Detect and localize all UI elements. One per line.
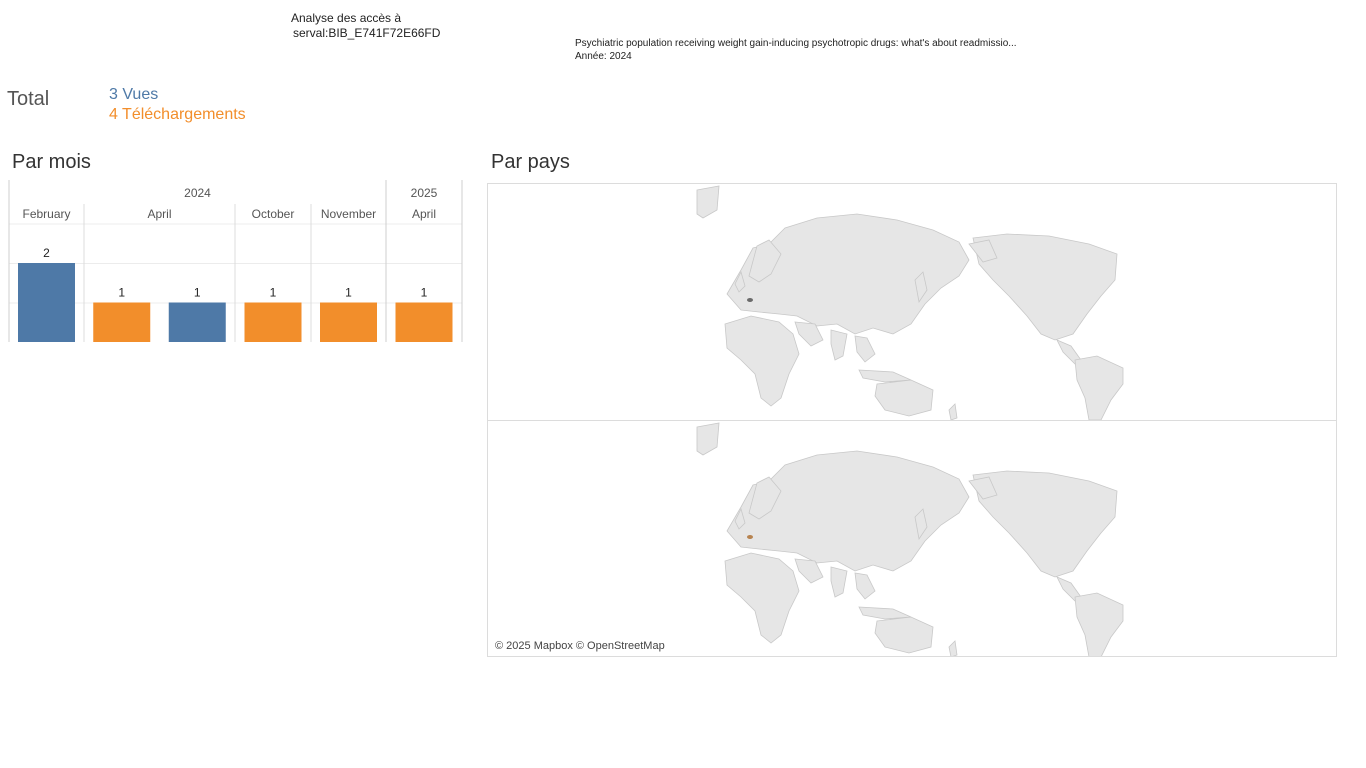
- month-label: October: [252, 207, 295, 221]
- year-label: 2025: [411, 186, 438, 200]
- landmass-north-america: [972, 233, 1118, 341]
- world-landmass: [696, 185, 1124, 421]
- report-title: Analyse des accès à serval:BIB_E741F72E6…: [291, 11, 440, 41]
- bar-downloads: [395, 302, 453, 342]
- bar-downloads: [93, 302, 151, 342]
- landmass-arabia-india: [794, 321, 848, 361]
- landmass-australia: [874, 379, 934, 417]
- year-label: 2024: [184, 186, 211, 200]
- landmass-arabia-india: [794, 558, 848, 598]
- landmass-africa: [724, 552, 800, 644]
- publication-year: Année: 2024: [575, 51, 632, 62]
- monthly-bar-chart: 2024 2025 February April October November Apri…: [8, 180, 463, 342]
- landmass-south-america: [1074, 592, 1124, 656]
- month-label: April: [412, 207, 436, 221]
- landmass-southeast-asia: [854, 335, 876, 363]
- total-label: Total: [7, 88, 50, 110]
- map-panel-downloads[interactable]: [488, 421, 1336, 656]
- world-landmass: [696, 422, 1124, 656]
- month-label: April: [147, 207, 171, 221]
- country-map[interactable]: © 2025 Mapbox © OpenStreetMap: [487, 183, 1337, 657]
- bar-value-label: 2: [43, 246, 50, 260]
- month-label: February: [22, 207, 70, 221]
- landmass-greenland: [696, 185, 720, 219]
- publication-title: Psychiatric population receiving weight …: [575, 38, 1017, 49]
- bar-value-label: 1: [270, 286, 277, 300]
- map-panel-views[interactable]: [488, 184, 1336, 421]
- month-label: November: [321, 207, 376, 221]
- landmass-africa: [724, 315, 800, 407]
- bar-value-label: 1: [345, 286, 352, 300]
- report-title-line2: serval:BIB_E741F72E66FD: [293, 26, 441, 40]
- landmass-new-zealand: [948, 403, 958, 421]
- landmass-indonesia: [858, 606, 912, 620]
- switzerland-marker-downloads[interactable]: [747, 535, 753, 539]
- by-month-title: Par mois: [12, 151, 91, 173]
- bar-value-label: 1: [194, 286, 201, 300]
- map-attribution[interactable]: © 2025 Mapbox © OpenStreetMap: [495, 640, 665, 652]
- bar-downloads: [244, 302, 302, 342]
- landmass-greenland: [696, 422, 720, 456]
- bar-views: [18, 263, 75, 342]
- landmass-australia: [874, 616, 934, 654]
- bar-views: [168, 302, 226, 342]
- bar-downloads: [320, 302, 377, 342]
- report-title-line1: Analyse des accès à: [291, 11, 402, 25]
- total-views: 3 Vues: [109, 86, 159, 103]
- total-downloads: 4 Téléchargements: [109, 106, 246, 123]
- switzerland-marker-views[interactable]: [747, 298, 753, 302]
- landmass-southeast-asia: [854, 572, 876, 600]
- landmass-new-zealand: [948, 640, 958, 656]
- world-map-views: [696, 185, 1124, 421]
- landmass-north-america: [972, 470, 1118, 578]
- landmass-south-america: [1074, 355, 1124, 421]
- landmass-indonesia: [858, 369, 912, 383]
- bar-value-label: 1: [118, 286, 125, 300]
- by-country-title: Par pays: [491, 151, 570, 173]
- publication-info: Psychiatric population receiving weight …: [575, 37, 1017, 63]
- world-map-downloads: [696, 422, 1124, 656]
- bar-value-label: 1: [421, 286, 428, 300]
